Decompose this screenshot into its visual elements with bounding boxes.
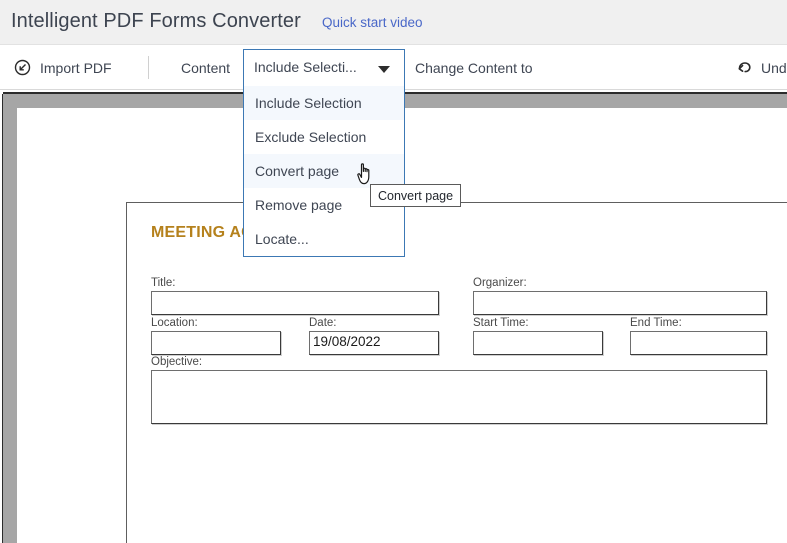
include-selection-value: Include Selecti... (254, 59, 357, 75)
tooltip: Convert page (370, 184, 462, 207)
organizer-input[interactable] (473, 291, 767, 315)
location-input[interactable] (151, 331, 281, 355)
date-value: 19/08/2022 (313, 334, 381, 349)
toolbar-divider (148, 56, 149, 79)
viewer-gutter-left (3, 94, 17, 543)
location-label: Location: (151, 317, 198, 329)
date-label: Date: (309, 317, 337, 329)
title-label: Title: (151, 277, 176, 289)
start-time-label: Start Time: (473, 317, 529, 329)
content-label: Content (181, 59, 231, 76)
pointing-hand-cursor (355, 160, 379, 188)
import-pdf-button[interactable]: Import PDF (14, 45, 112, 90)
form-title: MEETING AG (151, 224, 254, 241)
undo-label: Und (761, 59, 787, 76)
meeting-agenda-form: MEETING AG Title: Organizer: Location: D… (126, 202, 787, 543)
objective-input[interactable] (151, 370, 767, 424)
include-selection-dropdown: Include Selection Exclude Selection Conv… (243, 86, 405, 257)
import-circle-arrow-icon (14, 59, 31, 76)
end-time-label: End Time: (630, 317, 682, 329)
chevron-down-icon (378, 66, 390, 73)
quick-start-video-link[interactable]: Quick start video (322, 15, 423, 30)
app-header: Intelligent PDF Forms Converter Quick st… (0, 0, 787, 45)
organizer-label: Organizer: (473, 277, 527, 289)
objective-label: Objective: (151, 356, 203, 368)
page-title: Intelligent PDF Forms Converter (11, 10, 301, 32)
end-time-input[interactable] (630, 331, 767, 355)
dropdown-item-include-selection[interactable]: Include Selection (244, 86, 404, 120)
start-time-input[interactable] (473, 331, 603, 355)
dropdown-item-locate[interactable]: Locate... (244, 222, 404, 256)
include-selection-combobox[interactable]: Include Selecti... (243, 49, 405, 86)
dropdown-item-convert-page[interactable]: Convert page (244, 154, 404, 188)
title-input[interactable] (151, 291, 439, 315)
undo-arrow-icon (735, 59, 753, 77)
dropdown-item-exclude-selection[interactable]: Exclude Selection (244, 120, 404, 154)
undo-button[interactable]: Und (735, 45, 787, 90)
change-content-label: Change Content to (415, 59, 533, 76)
import-pdf-label: Import PDF (40, 59, 112, 76)
